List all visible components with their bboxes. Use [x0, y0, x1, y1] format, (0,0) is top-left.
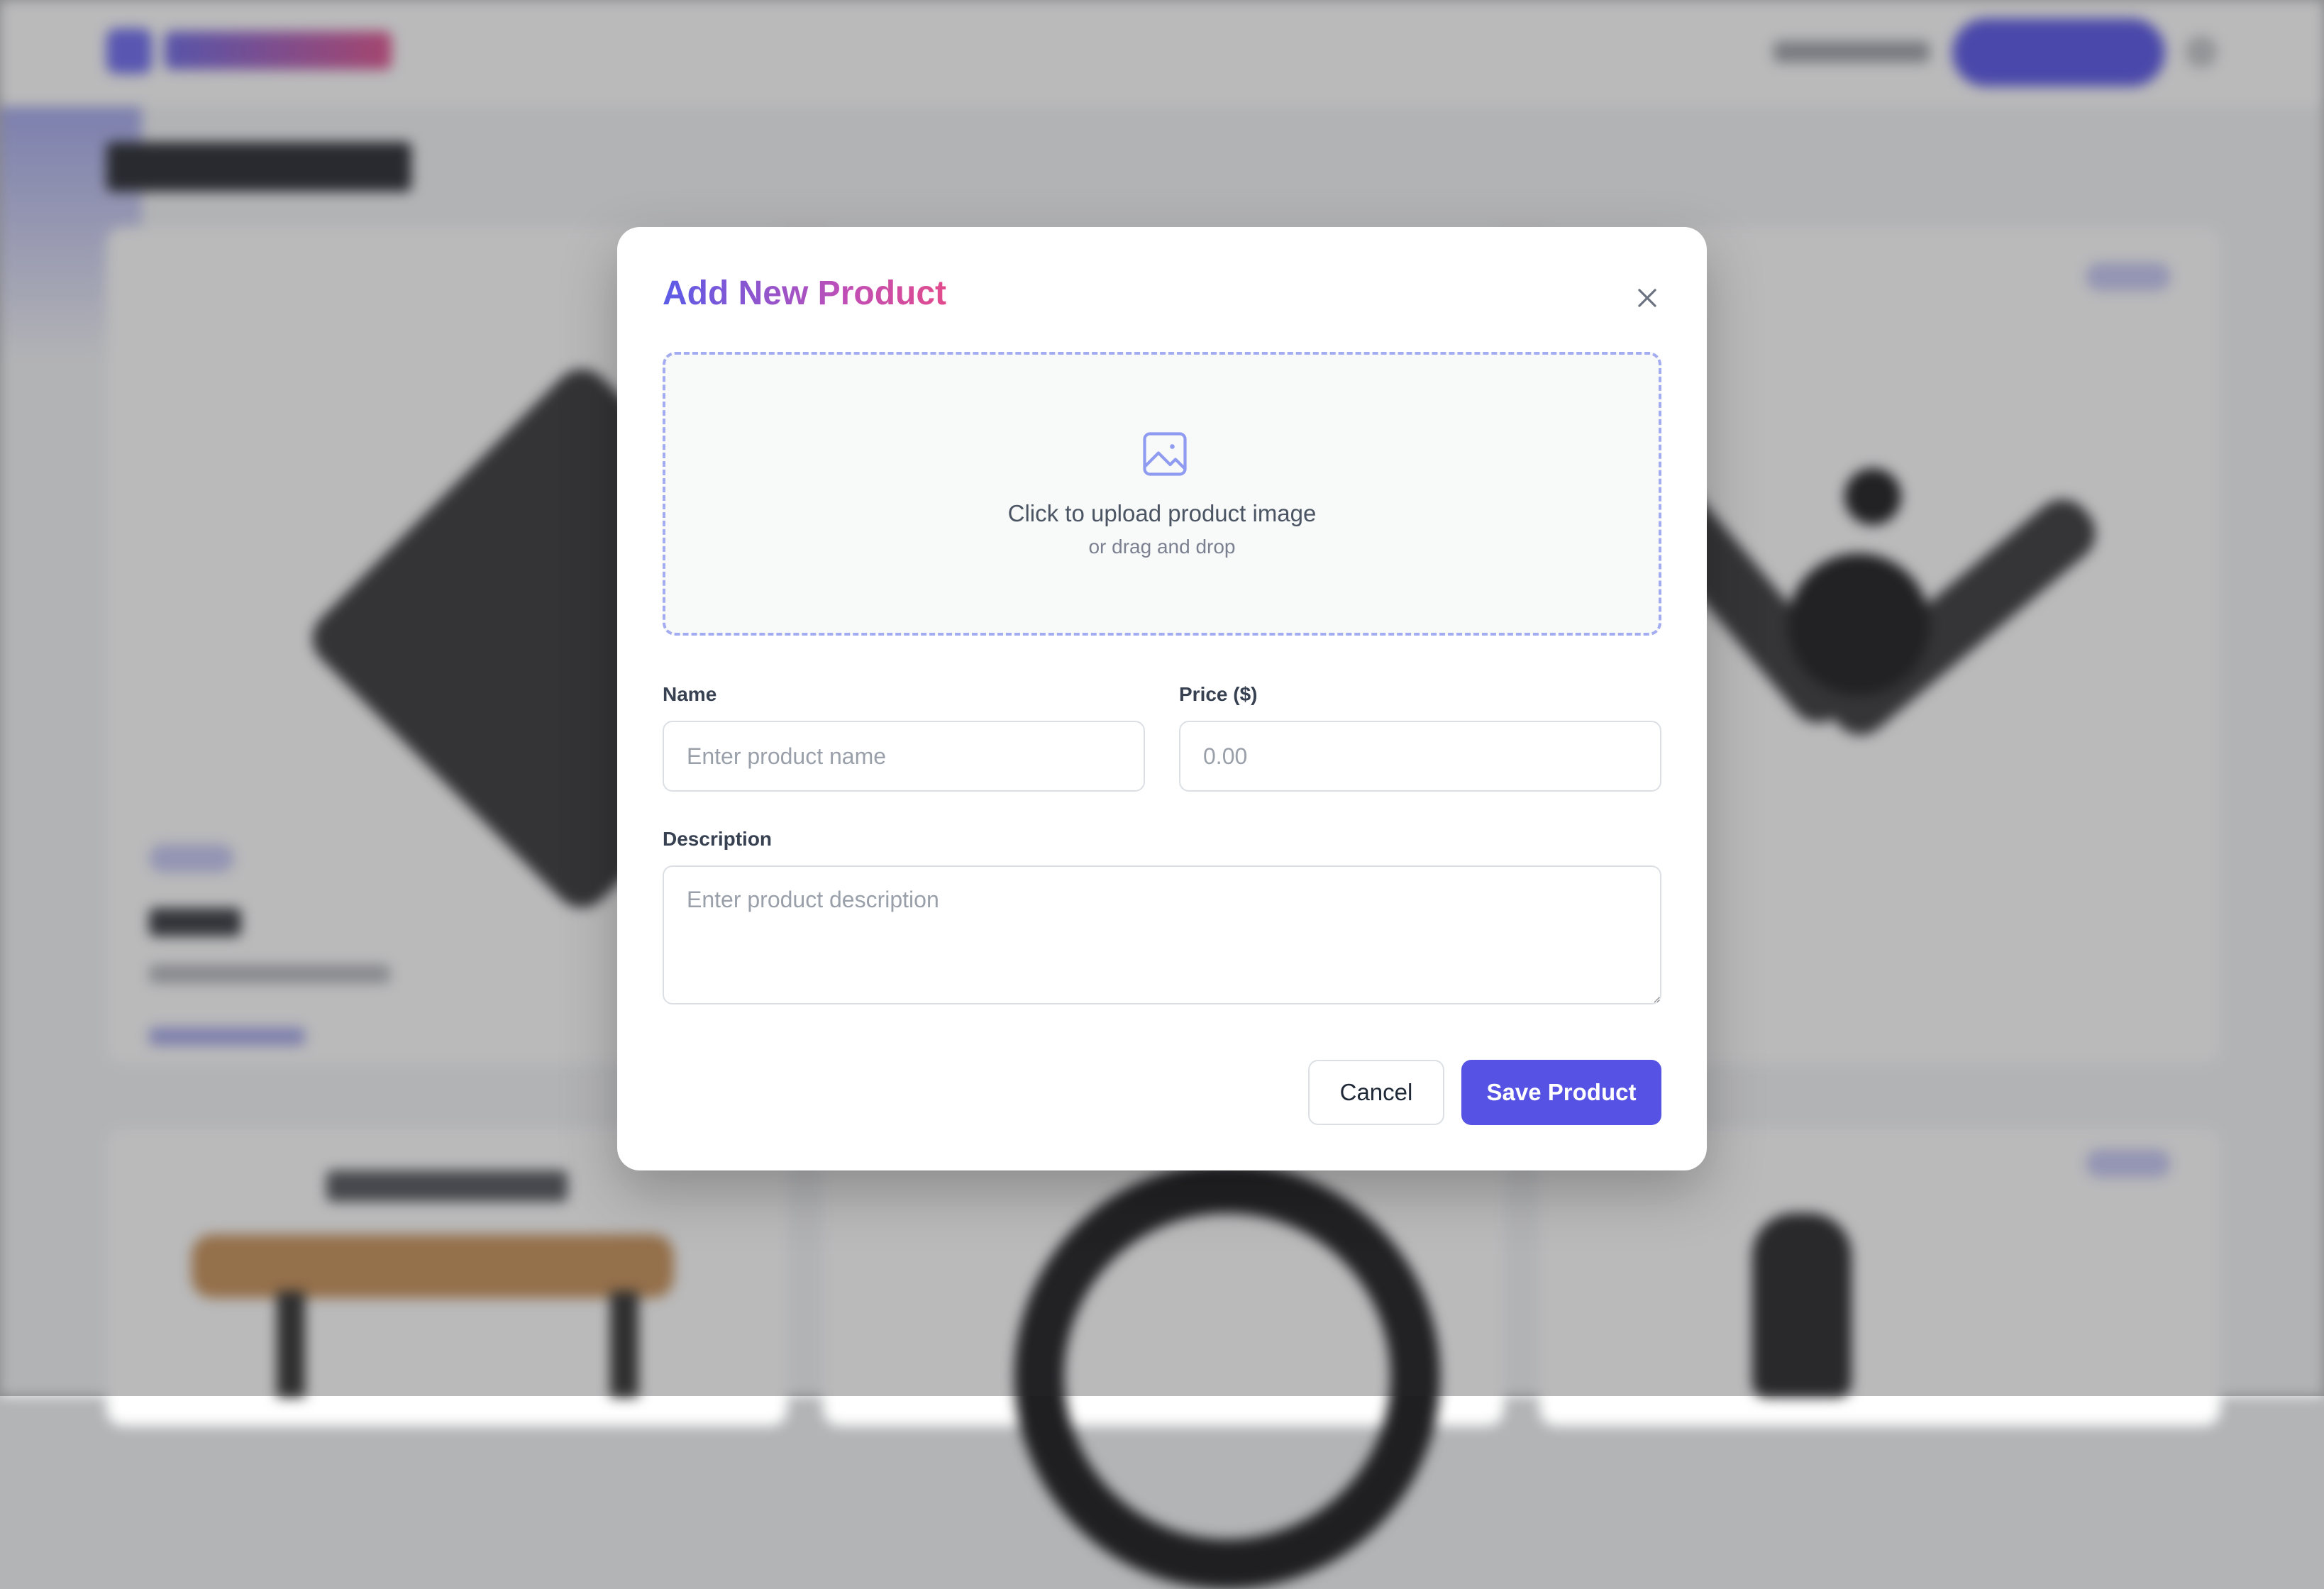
- save-product-button[interactable]: Save Product: [1461, 1060, 1661, 1125]
- name-label: Name: [663, 683, 717, 705]
- close-button[interactable]: [1626, 277, 1669, 319]
- description-label: Description: [663, 828, 773, 850]
- add-product-dialog: Add New Product Click to upload product …: [617, 227, 1707, 1170]
- dialog-title: Add New Product: [663, 271, 946, 316]
- image-upload-dropzone[interactable]: Click to upload product image or drag an…: [663, 352, 1661, 636]
- price-label: Price ($): [1179, 683, 1258, 705]
- price-input[interactable]: [1179, 721, 1661, 792]
- upload-secondary-text: or drag and drop: [1088, 536, 1236, 558]
- cancel-button[interactable]: Cancel: [1308, 1060, 1444, 1125]
- description-textarea[interactable]: [663, 865, 1661, 1004]
- close-icon: [1638, 289, 1656, 307]
- upload-primary-text: Click to upload product image: [1007, 500, 1317, 526]
- image-icon: [1143, 432, 1187, 476]
- product-name-input[interactable]: [663, 721, 1145, 792]
